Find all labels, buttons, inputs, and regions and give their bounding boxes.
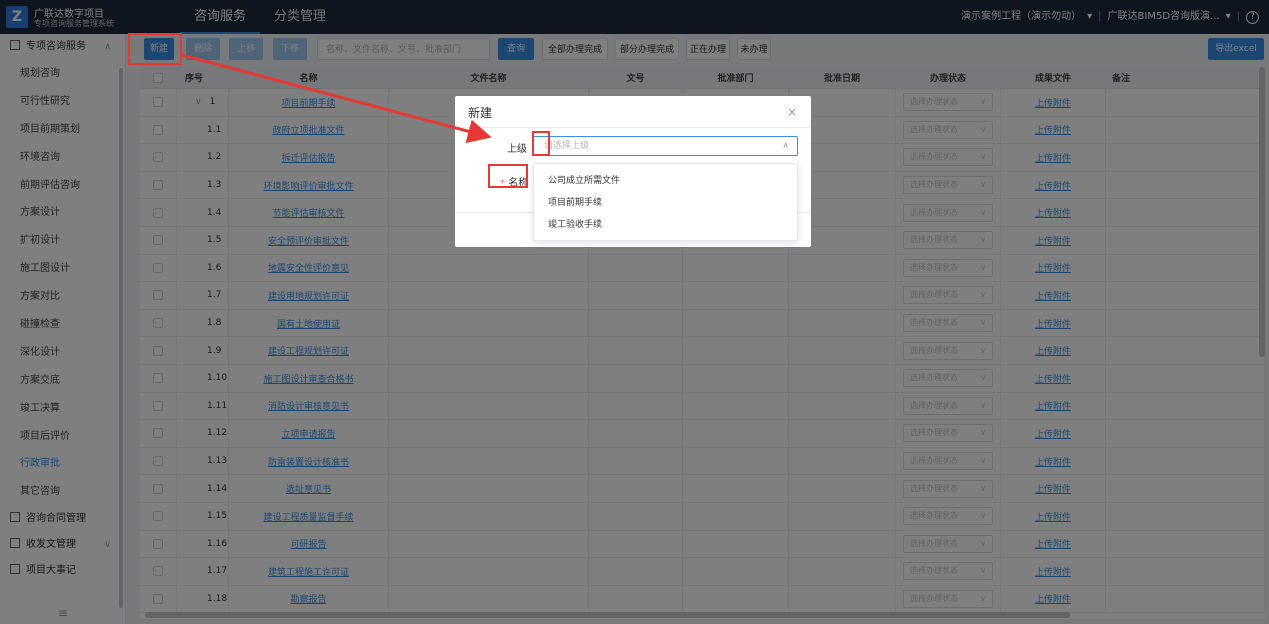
annotation-arrow	[181, 53, 492, 143]
